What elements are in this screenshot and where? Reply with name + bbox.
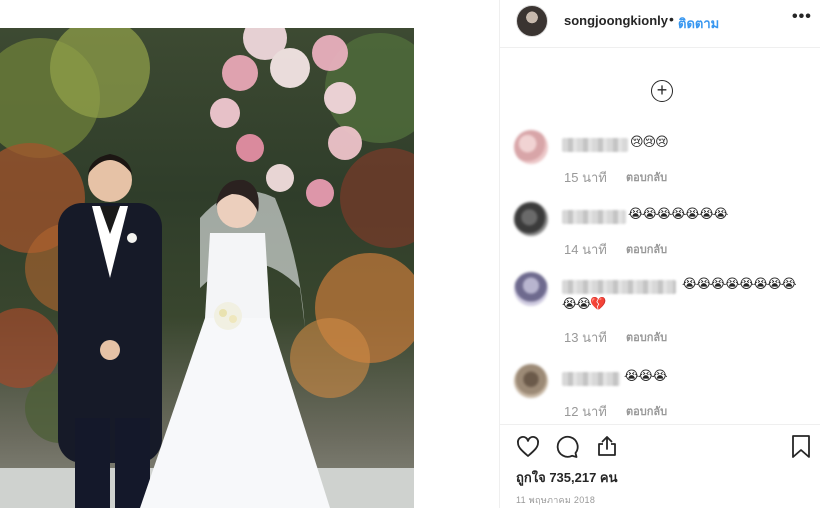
bookmark-icon[interactable] xyxy=(790,434,812,460)
comment-item: 😭😭😭😭😭😭😭 14 นาที ตอบกลับ xyxy=(500,202,820,274)
comment-time: 13 นาที xyxy=(564,330,607,345)
comment-text: 😭😭😭😭😭😭😭 xyxy=(628,206,728,221)
comment-time: 15 นาที xyxy=(564,170,607,185)
reply-button[interactable]: ตอบกลับ xyxy=(626,168,667,186)
post-date[interactable]: 11 พฤษภาคม 2018 xyxy=(516,493,595,507)
commenter-username-blurred[interactable] xyxy=(562,138,628,152)
reply-button[interactable]: ตอบกลับ xyxy=(626,328,667,346)
commenter-avatar[interactable] xyxy=(514,364,548,398)
comment-item: 😭😭😭 12 นาที ตอบกลับ xyxy=(500,364,820,436)
comment-time: 14 นาที xyxy=(564,242,607,257)
comment-text-continued: 😭😭💔 xyxy=(562,296,607,311)
wedding-photo-illustration xyxy=(0,28,414,508)
comment-text: 😭😭😭😭😭😭😭😭 xyxy=(682,276,797,291)
separator-dot: • xyxy=(669,11,674,27)
reply-button[interactable]: ตอบกลับ xyxy=(626,240,667,258)
comment-item: 😢😢😢 15 นาที ตอบกลับ xyxy=(500,130,820,202)
comment-time: 12 นาที xyxy=(564,404,607,419)
commenter-avatar[interactable] xyxy=(514,130,548,164)
profile-avatar[interactable] xyxy=(516,5,548,37)
share-icon[interactable] xyxy=(595,434,619,458)
reply-button[interactable]: ตอบกลับ xyxy=(626,402,667,420)
post-photo[interactable] xyxy=(0,28,414,508)
action-bar-divider xyxy=(500,424,820,425)
post-header: songjoongkionly • ติดตาม ••• xyxy=(500,0,820,48)
follow-button[interactable]: ติดตาม xyxy=(678,13,719,34)
comment-bubble-icon[interactable] xyxy=(555,435,579,459)
comment-text: 😭😭😭 xyxy=(624,368,668,383)
commenter-avatar[interactable] xyxy=(514,202,548,236)
comment-text: 😢😢😢 xyxy=(630,134,669,149)
likes-count[interactable]: ถูกใจ 735,217 คน xyxy=(516,467,618,488)
commenter-avatar[interactable] xyxy=(514,272,548,306)
commenter-username-blurred[interactable] xyxy=(562,372,620,386)
load-more-comments-icon[interactable]: + xyxy=(651,80,673,102)
commenter-username-blurred[interactable] xyxy=(562,280,676,294)
heart-icon[interactable] xyxy=(516,435,540,459)
comment-item: 😭😭😭😭😭😭😭😭 😭😭💔 13 นาที ตอบกลับ xyxy=(500,272,820,346)
more-options-icon[interactable]: ••• xyxy=(792,8,812,26)
username-link[interactable]: songjoongkionly xyxy=(564,13,668,28)
commenter-username-blurred[interactable] xyxy=(562,210,626,224)
comment-panel: songjoongkionly • ติดตาม ••• + 😢😢😢 15 นา… xyxy=(500,0,820,508)
